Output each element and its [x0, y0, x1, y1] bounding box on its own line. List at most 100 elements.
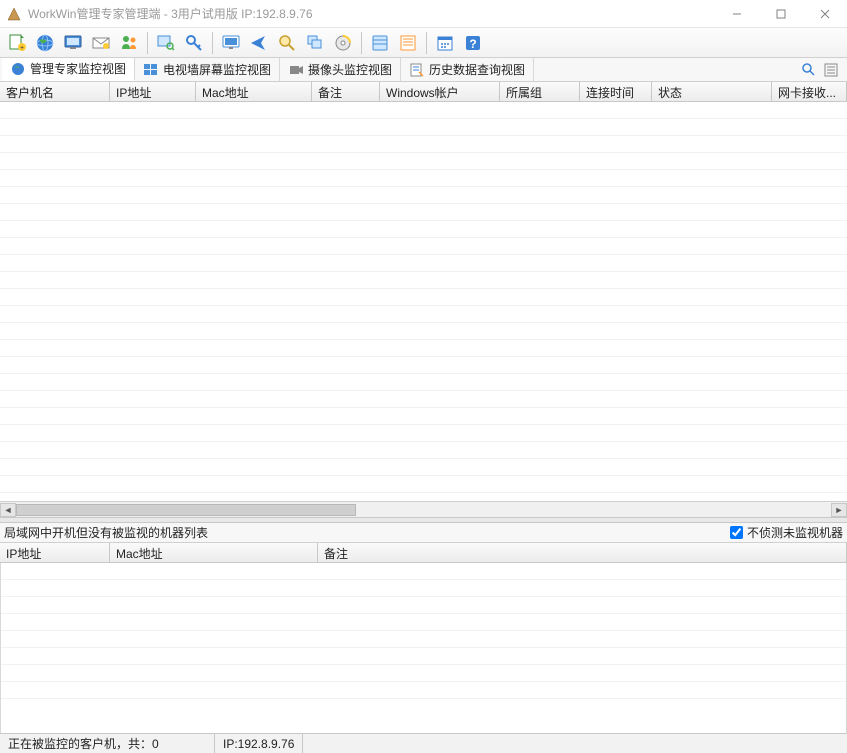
titlebar: WorkWin管理专家管理端 - 3用户试用版 IP:192.8.9.76: [0, 0, 847, 28]
col-ip[interactable]: IP地址: [110, 82, 196, 101]
maximize-button[interactable]: [759, 0, 803, 28]
unmonitored-header: 局域网中开机但没有被监视的机器列表 不侦测未监视机器: [0, 523, 847, 543]
col-mac[interactable]: Mac地址: [110, 543, 318, 562]
tab-camera-view[interactable]: 摄像头监控视图: [280, 58, 401, 81]
clients-grid-header: 客户机名 IP地址 Mac地址 备注 Windows帐户 所属组 连接时间 状态…: [0, 82, 847, 102]
toolbar-send-icon[interactable]: [246, 30, 272, 56]
toolbar-magnify-icon[interactable]: [274, 30, 300, 56]
table-row: [0, 204, 847, 221]
history-icon: [409, 62, 425, 78]
table-row: [1, 665, 846, 682]
toolbar-monitor-icon[interactable]: [60, 30, 86, 56]
table-row: [0, 255, 847, 272]
table-row: [0, 425, 847, 442]
status-ip: IP:192.8.9.76: [215, 734, 303, 753]
toolbar-disc-icon[interactable]: [330, 30, 356, 56]
scroll-right-arrow-icon[interactable]: ►: [831, 503, 847, 517]
table-row: [0, 272, 847, 289]
svg-text:?: ?: [469, 37, 476, 51]
table-row: [0, 119, 847, 136]
table-row: [0, 170, 847, 187]
tvwall-icon: [143, 62, 159, 78]
statusbar: 正在被监控的客户机，共：0 IP:192.8.9.76: [0, 733, 847, 753]
table-row: [0, 136, 847, 153]
search-mini-icon[interactable]: [799, 61, 819, 79]
unmonitored-title: 局域网中开机但没有被监视的机器列表: [4, 524, 208, 541]
tab-label: 电视墙屏幕监控视图: [163, 61, 271, 78]
col-client-name[interactable]: 客户机名: [0, 82, 110, 101]
toolbar-separator: [212, 32, 213, 54]
col-remark[interactable]: 备注: [312, 82, 380, 101]
globe-icon: [10, 61, 26, 77]
table-row: [0, 187, 847, 204]
camera-icon: [288, 62, 304, 78]
status-monitored-count: 正在被监控的客户机，共：0: [0, 734, 215, 753]
horizontal-scrollbar[interactable]: ◄ ►: [0, 501, 847, 517]
tab-label: 管理专家监控视图: [30, 60, 126, 77]
unmonitored-grid-header: IP地址 Mac地址 备注: [0, 543, 847, 563]
toolbar-search-icon[interactable]: [153, 30, 179, 56]
toolbar-list-icon[interactable]: [395, 30, 421, 56]
scroll-track[interactable]: [356, 503, 831, 517]
tab-label: 历史数据查询视图: [429, 61, 525, 78]
list-mini-icon[interactable]: [821, 61, 841, 79]
table-row: [0, 238, 847, 255]
unmonitored-grid-body[interactable]: [0, 563, 847, 733]
table-row: [1, 631, 846, 648]
toolbar-screen-icon[interactable]: [218, 30, 244, 56]
table-row: [0, 289, 847, 306]
col-group[interactable]: 所属组: [500, 82, 580, 101]
toolbar-globe-icon[interactable]: [32, 30, 58, 56]
close-button[interactable]: [803, 0, 847, 28]
table-row: [0, 408, 847, 425]
clients-grid-body[interactable]: [0, 102, 847, 501]
view-tabs: 管理专家监控视图 电视墙屏幕监控视图 摄像头监控视图 历史数据查询视图: [0, 58, 847, 82]
toolbar-windows-icon[interactable]: [302, 30, 328, 56]
col-ip[interactable]: IP地址: [0, 543, 110, 562]
svg-text:+: +: [20, 45, 24, 52]
toolbar-mail-icon[interactable]: [88, 30, 114, 56]
table-row: [0, 323, 847, 340]
tab-tvwall-view[interactable]: 电视墙屏幕监控视图: [135, 58, 280, 81]
app-icon: [6, 6, 22, 22]
table-row: [1, 580, 846, 597]
table-row: [1, 563, 846, 580]
toolbar-separator: [426, 32, 427, 54]
table-row: [0, 442, 847, 459]
clients-grid: 客户机名 IP地址 Mac地址 备注 Windows帐户 所属组 连接时间 状态…: [0, 82, 847, 517]
table-row: [0, 357, 847, 374]
col-win-account[interactable]: Windows帐户: [380, 82, 500, 101]
toolbar-separator: [147, 32, 148, 54]
toolbar-users-icon[interactable]: [116, 30, 142, 56]
col-status[interactable]: 状态: [652, 82, 772, 101]
toolbar-key-icon[interactable]: [181, 30, 207, 56]
no-detect-text: 不侦测未监视机器: [747, 524, 843, 541]
table-row: [0, 306, 847, 323]
table-row: [0, 102, 847, 119]
col-connect-time[interactable]: 连接时间: [580, 82, 652, 101]
col-remark[interactable]: 备注: [318, 543, 847, 562]
scroll-left-arrow-icon[interactable]: ◄: [0, 503, 16, 517]
window-controls: [715, 0, 847, 28]
unmonitored-panel: 局域网中开机但没有被监视的机器列表 不侦测未监视机器 IP地址 Mac地址 备注: [0, 523, 847, 733]
toolbar-folder-icon[interactable]: [367, 30, 393, 56]
col-mac[interactable]: Mac地址: [196, 82, 312, 101]
table-row: [0, 391, 847, 408]
table-row: [0, 459, 847, 476]
table-row: [0, 476, 847, 493]
no-detect-checkbox[interactable]: [730, 526, 743, 539]
toolbar-separator: [361, 32, 362, 54]
scroll-thumb[interactable]: [16, 504, 356, 516]
toolbar-new-icon[interactable]: +: [4, 30, 30, 56]
toolbar-help-icon[interactable]: ?: [460, 30, 486, 56]
no-detect-checkbox-label[interactable]: 不侦测未监视机器: [730, 524, 843, 541]
table-row: [1, 614, 846, 631]
tab-monitoring-view[interactable]: 管理专家监控视图: [2, 58, 135, 81]
toolbar-calendar-icon[interactable]: [432, 30, 458, 56]
col-nic-recv[interactable]: 网卡接收...: [772, 82, 847, 101]
tab-history-view[interactable]: 历史数据查询视图: [401, 58, 534, 81]
main-toolbar: + ?: [0, 28, 847, 58]
table-row: [1, 597, 846, 614]
table-row: [0, 340, 847, 357]
minimize-button[interactable]: [715, 0, 759, 28]
